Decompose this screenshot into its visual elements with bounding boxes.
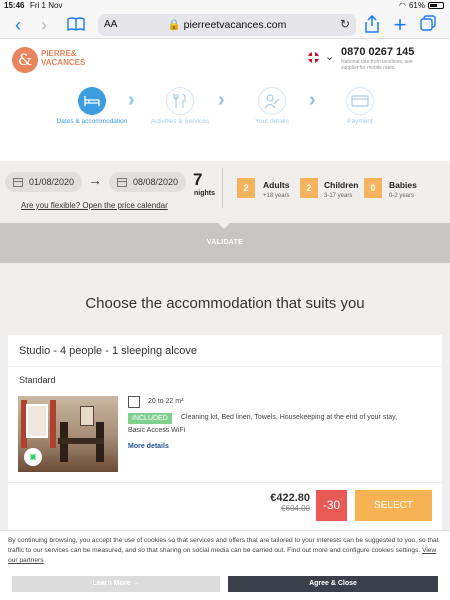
logo-text-line1: PIERRE& [41,49,77,58]
old-price: €604.00 [281,504,310,513]
included-items: Cleaning kit, Bed linen, Towels, Houseke… [181,414,398,421]
wifi-icon: ◠ [399,1,406,10]
start-date: 01/08/2020 [29,177,75,187]
back-icon[interactable]: ‹ [8,15,28,35]
page-title: Choose the accommodation that suits you [85,295,365,312]
step-arrow-icon: › [218,89,225,111]
arrow-right-icon: → [88,172,102,188]
bed-icon [78,87,106,115]
step-arrow-icon: › [309,89,316,111]
bookmarks-icon[interactable] [66,15,86,35]
tabs-icon[interactable] [418,15,438,35]
status-date: Fri 1 Nov [30,1,63,10]
photo-detail [50,400,56,448]
babies-ages: 0-2 years [389,193,415,199]
logo-text[interactable]: PIERRE& VACANCES [41,49,85,67]
phone-number[interactable]: 0870 0267 145 [341,46,414,58]
chevron-down-icon[interactable]: ⌄ [325,50,334,63]
step-arrow-icon: › [128,89,135,111]
divider [222,168,223,208]
step-label: Payment [347,118,373,125]
url-value: pierreetvacances.com [183,19,287,31]
status-time: 15:46 [4,1,25,10]
cookie-message: By continuing browsing, you accept the u… [8,537,439,554]
price: €422.80 [270,492,310,504]
photo-detail [80,406,94,426]
calendar-icon [13,177,23,187]
battery-percent: 61% [408,1,425,10]
uk-flag-icon[interactable] [308,52,319,63]
accommodation-photo[interactable]: ▣ [18,396,118,472]
surface-area-icon [128,396,140,408]
included-items-continued: Basic Access WiFi [128,427,186,434]
babies-count[interactable]: 0 [364,178,382,198]
children-count[interactable]: 2 [300,178,318,198]
new-tab-icon[interactable]: + [390,14,410,36]
select-button[interactable]: SELECT [355,490,432,521]
gallery-icon[interactable]: ▣ [24,448,42,466]
end-date: 08/08/2020 [133,177,179,187]
divider [8,366,442,367]
step-your-details[interactable]: Your details [232,87,312,125]
babies-label: Babies [389,180,417,190]
cookie-text: By continuing browsing, you accept the u… [8,536,442,566]
step-dates-accommodation[interactable]: Dates & accommodation [52,87,132,125]
adults-label: Adults [263,180,290,190]
site-logo[interactable]: & [12,47,38,73]
adults-count[interactable]: 2 [237,178,255,198]
more-details-link[interactable]: More details [128,443,169,450]
learn-more-button[interactable]: Learn More → [12,576,220,592]
accommodation-category: Standard [19,375,56,385]
status-right: ◠ 61% [399,1,444,10]
step-label: Your details [255,118,289,125]
photo-detail [58,438,104,444]
step-activities-services[interactable]: Activities & Services [140,87,220,125]
status-bar: 15:46 Fri 1 Nov ◠ 61% [0,0,450,11]
start-date-field[interactable]: 01/08/2020 [5,172,82,192]
card-icon [346,87,374,115]
validate-notch [218,223,230,229]
adults-ages: +18 years [263,193,290,199]
phone-note: National rate from landlines, see suppli… [341,59,413,71]
price-calendar-link[interactable]: Are you flexible? Open the price calenda… [21,201,168,210]
included-badge: INCLUDED [128,413,172,424]
agree-close-button[interactable]: Agree & Close [228,576,438,592]
browser-toolbar: ‹ › AA 🔒 pierreetvacances.com ↻ + [0,11,450,39]
reload-icon[interactable]: ↻ [340,17,350,31]
accommodation-title: Studio - 4 people - 1 sleeping alcove [19,345,197,357]
divider [8,482,442,483]
children-label: Children [324,180,359,190]
validate-label[interactable]: VALIDATE [0,239,450,246]
step-label: Dates & accommodation [56,118,128,125]
step-label: Activities & Services [150,118,210,125]
person-edit-icon [258,87,286,115]
share-icon[interactable] [362,14,382,35]
cutlery-icon [166,87,194,115]
nights-label: nights [194,190,215,197]
booking-bar [0,161,450,223]
photo-detail [26,404,48,438]
calendar-icon [117,177,127,187]
discount-badge: -30 % [316,490,347,543]
end-date-field[interactable]: 08/08/2020 [109,172,186,192]
nights-count: 7 [193,170,203,189]
children-ages: 3-17 years [324,193,353,199]
url-text: 🔒 pierreetvacances.com [167,19,287,31]
step-payment[interactable]: Payment [320,87,400,125]
logo-letter: & [17,50,33,69]
forward-icon[interactable]: › [34,15,54,35]
logo-text-line2: VACANCES [41,58,86,67]
address-bar[interactable]: AA 🔒 pierreetvacances.com ↻ [98,14,356,36]
surface-area: 20 to 22 m² [148,398,184,405]
battery-icon [428,2,444,9]
